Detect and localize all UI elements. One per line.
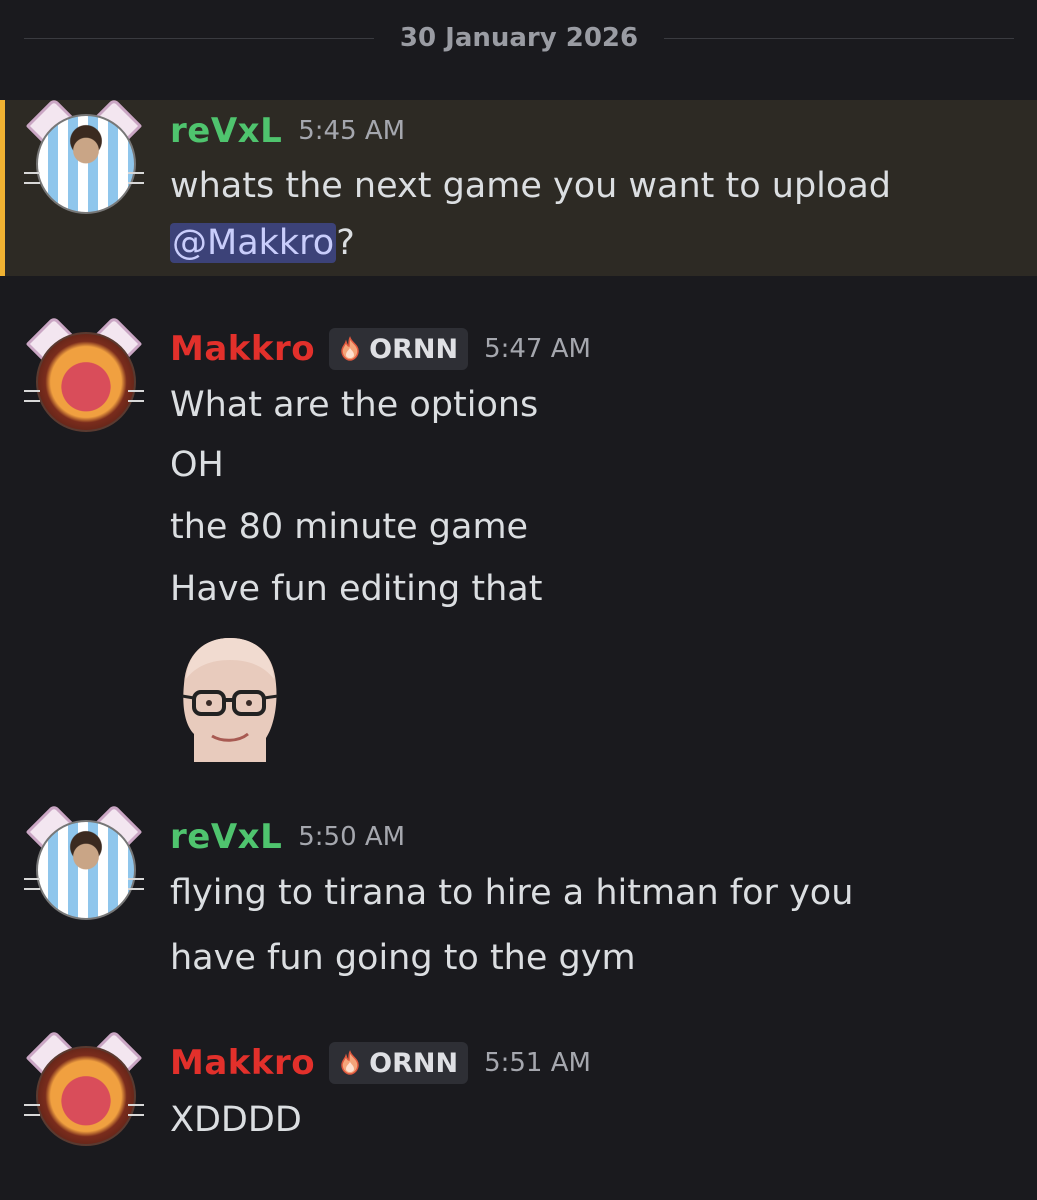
user-mention[interactable]: @Makkro — [170, 223, 337, 263]
avatar[interactable] — [24, 97, 144, 216]
sticker-image — [181, 638, 279, 762]
role-name: ORNN — [369, 1047, 459, 1079]
whisker-icon — [24, 1104, 40, 1106]
whisker-icon — [24, 888, 40, 890]
message-header: reVxL 5:45 AM — [170, 104, 1017, 158]
message-header: Makkro ORNN 5:51 AM — [170, 1036, 1017, 1090]
message-header: reVxL 5:50 AM — [170, 810, 1017, 864]
whisker-icon — [128, 182, 144, 184]
message-line: flying to tirana to hire a hitman for yo… — [170, 873, 854, 913]
whisker-icon — [128, 390, 144, 392]
message-body: reVxL 5:50 AM flying to tirana to hire a… — [170, 810, 1017, 994]
whisker-icon — [128, 878, 144, 880]
divider-line-right — [664, 37, 1015, 39]
message-line: XDDDD — [170, 1100, 302, 1140]
role-tag[interactable]: ORNN — [329, 328, 469, 370]
whisker-icon — [128, 400, 144, 402]
whisker-icon — [128, 172, 144, 174]
message-body: Makkro ORNN 5:47 AM What are the options… — [170, 322, 1017, 762]
message-line: have fun going to the gym — [170, 938, 636, 978]
message-body: Makkro ORNN 5:51 AM XDDDD — [170, 1036, 1017, 1150]
avatar[interactable] — [24, 1029, 144, 1148]
whisker-icon — [128, 888, 144, 890]
avatar[interactable] — [24, 315, 144, 434]
messi-avatar-icon — [36, 820, 136, 920]
whisker-icon — [128, 1114, 144, 1116]
whisker-icon — [24, 172, 40, 174]
author-name[interactable]: reVxL — [170, 111, 282, 151]
ornn-avatar-icon — [36, 332, 136, 432]
whisker-icon — [24, 878, 40, 880]
author-name[interactable]: Makkro — [170, 1043, 315, 1083]
avatar[interactable] — [24, 803, 144, 922]
role-name: ORNN — [369, 333, 459, 365]
ornn-avatar-icon — [36, 1046, 136, 1146]
message-line: the 80 minute game — [170, 507, 529, 547]
divider-line-left — [24, 37, 374, 39]
fire-icon — [341, 1050, 359, 1075]
message-line: What are the options — [170, 385, 539, 425]
date-label: 30 January 2026 — [399, 23, 639, 53]
messi-avatar-icon — [36, 114, 136, 214]
date-divider: 30 January 2026 — [24, 14, 1015, 62]
message-line: whats the next game you want to upload — [170, 166, 891, 206]
message-line: @Makkro? — [170, 214, 1017, 272]
message-line: OH — [170, 445, 224, 485]
whisker-icon — [24, 1114, 40, 1116]
message-text: ? — [336, 223, 355, 263]
message-group[interactable]: Makkro ORNN 5:47 AM What are the options… — [0, 315, 1037, 770]
whisker-icon — [128, 1104, 144, 1106]
message-group[interactable]: reVxL 5:45 AM whats the next game you wa… — [0, 97, 1037, 276]
whisker-icon — [24, 182, 40, 184]
message-group[interactable]: reVxL 5:50 AM flying to tirana to hire a… — [0, 803, 1037, 998]
whisker-icon — [24, 390, 40, 392]
chat-view: 30 January 2026 reVxL 5:45 AM whats the … — [0, 0, 1037, 1200]
whisker-icon — [24, 400, 40, 402]
message-line: Have fun editing that — [170, 569, 543, 609]
role-tag[interactable]: ORNN — [329, 1042, 469, 1084]
timestamp: 5:47 AM — [484, 334, 591, 364]
timestamp: 5:45 AM — [298, 116, 406, 146]
author-name[interactable]: reVxL — [170, 817, 282, 857]
timestamp: 5:50 AM — [298, 822, 406, 852]
message-body: reVxL 5:45 AM whats the next game you wa… — [170, 104, 1017, 272]
message-header: Makkro ORNN 5:47 AM — [170, 322, 1017, 376]
message-group[interactable]: Makkro ORNN 5:51 AM XDDDD — [0, 1029, 1037, 1164]
fire-icon — [341, 336, 359, 361]
timestamp: 5:51 AM — [484, 1048, 591, 1078]
bald-man-glasses-emoji-icon[interactable] — [174, 634, 286, 762]
author-name[interactable]: Makkro — [170, 329, 315, 369]
